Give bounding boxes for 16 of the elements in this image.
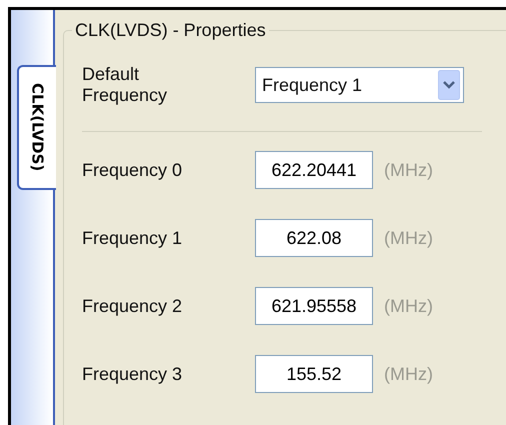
- unit-label: (MHz): [384, 160, 433, 180]
- unit-label: (MHz): [384, 228, 433, 248]
- field-label: Default Frequency: [82, 64, 168, 106]
- group-title: CLK(LVDS) - Properties: [74, 20, 267, 41]
- field-label: Frequency 3: [82, 364, 184, 384]
- frequency-input[interactable]: 621.95558: [255, 287, 373, 325]
- unit-label: (MHz): [384, 296, 433, 316]
- frequency-input[interactable]: 622.20441: [255, 151, 373, 189]
- unit-label: (MHz): [384, 364, 433, 384]
- field-label: Frequency 2: [82, 296, 184, 316]
- frequency-input[interactable]: 622.08: [255, 219, 373, 257]
- field-label: Frequency 0: [82, 160, 184, 180]
- frequency-input[interactable]: 155.52: [255, 355, 373, 393]
- field-label: Frequency 1: [82, 228, 184, 248]
- frequency-dropdown[interactable]: Frequency 1: [255, 67, 464, 103]
- vertical-tab[interactable]: CLK(LVDS): [17, 65, 56, 190]
